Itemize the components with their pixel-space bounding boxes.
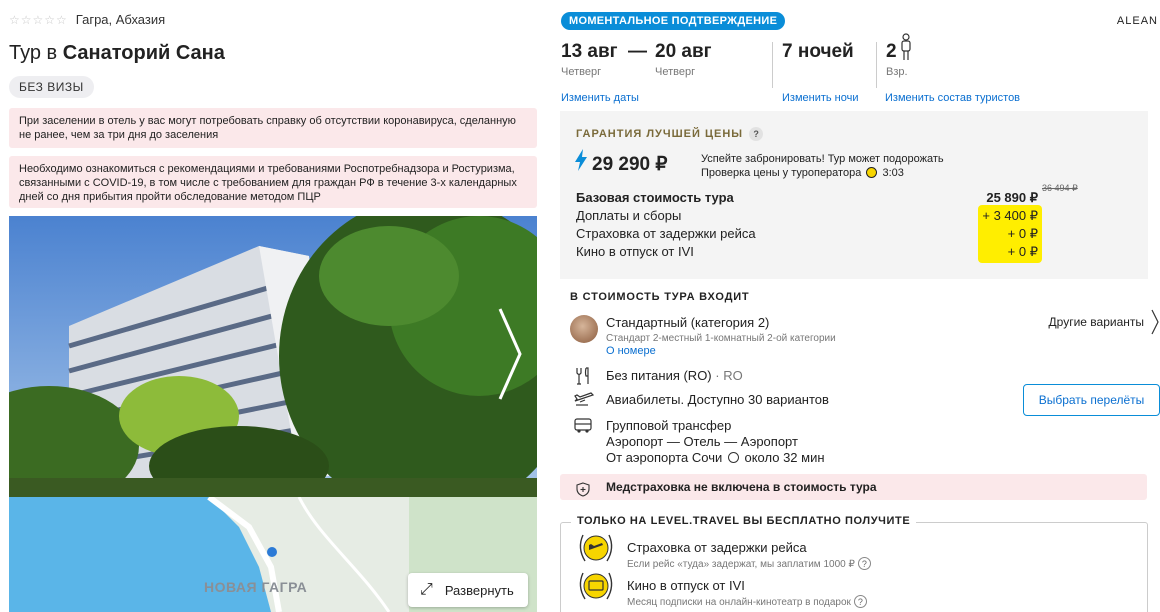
about-room-link[interactable]: О номере xyxy=(606,345,656,357)
price-check-timer: 3:03 xyxy=(882,167,904,179)
date-to-value: 20 авг xyxy=(655,41,712,62)
date-to-weekday: Четверг xyxy=(655,66,696,78)
medical-insurance-notice: Медстраховка не включена в стоимость тур… xyxy=(560,474,1147,500)
expand-icon: ⤢ xyxy=(420,581,433,598)
chevron-right-icon[interactable] xyxy=(1150,308,1160,341)
booking-column: МОМЕНТАЛЬНОЕ ПОДТВЕРЖДЕНИЕ ALEAN 13 авг … xyxy=(560,0,1160,612)
transfer-duration: От аэропорта Сочи около 32 мин xyxy=(606,450,825,465)
total-price: 29 290 ₽ xyxy=(592,154,668,175)
room-description: Стандарт 2-местный 1-комнатный 2-ой кате… xyxy=(606,333,836,344)
nights-block: 7 ночей xyxy=(782,41,854,63)
date-from-value: 13 авг xyxy=(561,41,618,62)
transfer-type: Групповой трансфер xyxy=(606,418,732,433)
person-icon xyxy=(899,33,913,66)
cost-row-label: Кино в отпуск от IVI xyxy=(576,244,694,259)
best-price-guarantee: ГАРАНТИЯ ЛУЧШЕЙ ЦЕНЫ? xyxy=(576,127,764,141)
transfer-time: около 32 мин xyxy=(744,450,825,465)
flight-delay-bonus-icon xyxy=(575,531,617,565)
cost-row: Доплаты и сборы + 3 400 ₽ xyxy=(576,208,1042,226)
free-item-label: Страховка от задержки рейса xyxy=(627,540,807,555)
price-check-label: Проверка цены у туроператора xyxy=(701,167,862,179)
cost-row-value: + 0 ₽ xyxy=(1007,226,1038,241)
cost-row-label: Доплаты и сборы xyxy=(576,208,682,223)
price-warning-line1: Успейте забронировать! Тур может подорож… xyxy=(701,153,944,165)
hotel-photo[interactable] xyxy=(9,216,537,497)
help-icon[interactable]: ? xyxy=(853,595,867,608)
instant-confirmation-badge: МОМЕНТАЛЬНОЕ ПОДТВЕРЖДЕНИЕ xyxy=(561,12,786,30)
cinema-bonus-icon xyxy=(575,569,617,603)
change-nights-link[interactable]: Изменить ночи xyxy=(782,92,859,104)
free-item-label: Кино в отпуск от IVI xyxy=(627,578,745,593)
timer-icon xyxy=(866,167,878,178)
free-item-sub-text: Месяц подписки на онлайн-кинотеатр в под… xyxy=(627,597,851,608)
price-warning-line2: Проверка цены у туроператора 3:03 xyxy=(701,166,944,180)
page-title: Тур в Санаторий Сана xyxy=(9,42,225,65)
shield-plus-icon xyxy=(576,480,590,506)
old-price: 36 494 ₽ xyxy=(1042,183,1078,193)
tour-operator-name: ALEAN xyxy=(1116,15,1158,27)
cost-row-label: Страховка от задержки рейса xyxy=(576,226,756,241)
map-district-label: НОВАЯ ГАГРА xyxy=(204,579,308,595)
room-name: Стандартный (категория 2) xyxy=(606,315,770,330)
location-map[interactable]: НОВАЯ ГАГРА ⤢ Развернуть xyxy=(9,497,537,612)
adults-label: Взр. xyxy=(886,66,908,78)
transfer-from: От аэропорта Сочи xyxy=(606,450,723,465)
star-rating: ☆☆☆☆☆ xyxy=(9,12,68,27)
photo-next-chevron-icon[interactable] xyxy=(497,306,523,402)
expand-map-button[interactable]: ⤢ Развернуть xyxy=(408,573,528,607)
guarantee-help-icon[interactable]: ? xyxy=(749,127,764,141)
cost-row-value: + 3 400 ₽ xyxy=(982,208,1038,223)
title-prefix: Тур в xyxy=(9,42,63,64)
location-text: Гагра, Абхазия xyxy=(75,12,166,27)
bus-icon xyxy=(574,418,594,437)
change-dates-link[interactable]: Изменить даты xyxy=(561,92,639,104)
medical-insurance-text: Медстраховка не включена в стоимость тур… xyxy=(606,480,877,494)
cost-row: Кино в отпуск от IVI + 0 ₽ xyxy=(576,244,1042,262)
divider xyxy=(876,42,877,88)
price-warning: Успейте забронировать! Тур может подорож… xyxy=(701,152,944,180)
clock-icon xyxy=(727,452,739,463)
change-tourists-link[interactable]: Изменить состав туристов xyxy=(885,92,1020,104)
nights-value: 7 ночей xyxy=(782,41,854,62)
location-row: ☆☆☆☆☆ Гагра, Абхазия xyxy=(9,12,165,27)
free-bonuses: ТОЛЬКО НА LEVEL.TRAVEL ВЫ БЕСПЛАТНО ПОЛУ… xyxy=(560,515,1148,612)
divider xyxy=(772,42,773,88)
free-bonuses-title: ТОЛЬКО НА LEVEL.TRAVEL ВЫ БЕСПЛАТНО ПОЛУ… xyxy=(571,515,917,527)
price-panel: ГАРАНТИЯ ЛУЧШЕЙ ЦЕНЫ? 29 290 ₽ Успейте з… xyxy=(560,111,1148,279)
plane-icon xyxy=(574,392,595,409)
meal-icon xyxy=(574,367,594,388)
cost-row-value: + 0 ₽ xyxy=(1007,244,1038,259)
expand-map-label: Развернуть xyxy=(444,582,514,598)
guarantee-label: ГАРАНТИЯ ЛУЧШЕЙ ЦЕНЫ xyxy=(576,128,744,140)
flights-info: Авиабилеты. Доступно 30 вариантов xyxy=(606,392,829,407)
help-icon[interactable]: ? xyxy=(857,557,871,570)
cost-row: Базовая стоимость тура 25 890 ₽ xyxy=(576,190,1042,208)
date-from: 13 авг Четверг xyxy=(561,41,618,78)
meal-code: · RO xyxy=(715,368,743,383)
other-variants-link[interactable]: Другие варианты xyxy=(1049,315,1144,329)
free-item-sub: Если рейс «туда» задержат, мы заплатим 1… xyxy=(627,557,871,570)
cost-row: Страховка от задержки рейса + 0 ₽ xyxy=(576,226,1042,244)
cost-row-value: 25 890 ₽ xyxy=(986,190,1038,205)
room-thumbnail[interactable] xyxy=(570,315,598,343)
meal-row: Без питания (RO) · RO xyxy=(606,368,743,383)
lightning-icon xyxy=(574,149,588,176)
date-from-weekday: Четверг xyxy=(561,66,602,78)
hotel-photo-image xyxy=(9,216,537,497)
free-item-sub: Месяц подписки на онлайн-кинотеатр в под… xyxy=(627,595,867,608)
cost-breakdown: Базовая стоимость тура 25 890 ₽ Доплаты … xyxy=(576,190,1042,262)
covid-notice: При заселении в отель у вас могут потреб… xyxy=(9,108,537,148)
choose-flights-button[interactable]: Выбрать перелёты xyxy=(1023,384,1160,416)
meal-label: Без питания (RO) xyxy=(606,368,712,383)
visa-badge: Без визы xyxy=(9,76,94,98)
hotel-name: Санаторий Сана xyxy=(62,42,225,64)
transfer-route: Аэропорт — Отель — Аэропорт xyxy=(606,434,798,449)
free-item-sub-text: Если рейс «туда» задержат, мы заплатим 1… xyxy=(627,559,855,570)
date-separator: — xyxy=(628,41,647,62)
included-title: В СТОИМОСТЬ ТУРА ВХОДИТ xyxy=(570,291,750,303)
date-to: 20 авг Четверг xyxy=(655,41,712,78)
hotel-column: ☆☆☆☆☆ Гагра, Абхазия Тур в Санаторий Сан… xyxy=(9,0,537,612)
covid-requirements-notice: Необходимо ознакомиться с рекомендациями… xyxy=(9,156,537,208)
cost-row-label: Базовая стоимость тура xyxy=(576,190,734,205)
